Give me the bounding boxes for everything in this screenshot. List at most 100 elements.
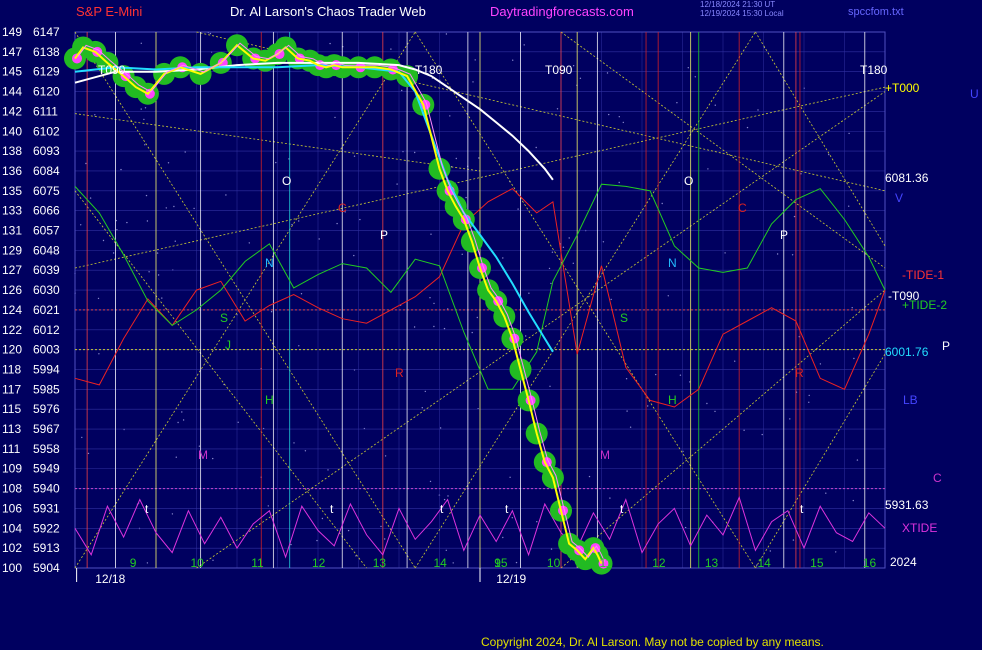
- star-dot: [327, 469, 329, 471]
- star-dot: [336, 222, 338, 225]
- y-tick-label-right: 6057: [33, 224, 60, 238]
- star-dot: [629, 426, 632, 428]
- star-dot: [556, 108, 559, 110]
- star-dot: [140, 108, 142, 110]
- chart-marker: P: [380, 228, 388, 242]
- star-dot: [667, 295, 669, 297]
- chart-marker: C: [338, 201, 347, 215]
- star-dot: [853, 357, 855, 360]
- star-dot: [562, 246, 565, 248]
- y-tick-label-left: 124: [2, 303, 22, 317]
- right-annotation: C: [933, 471, 942, 485]
- y-tick-label-left: 118: [2, 362, 21, 376]
- y-tick-label-left: 120: [2, 343, 22, 357]
- star-dot: [144, 144, 146, 146]
- star-dot: [384, 455, 387, 457]
- chart-marker: M: [198, 448, 208, 462]
- star-dot: [476, 316, 478, 319]
- x-hour-label: 11: [600, 556, 613, 570]
- site-link[interactable]: Daytradingforecasts.com: [490, 4, 634, 19]
- star-dot: [800, 173, 802, 175]
- star-dot: [536, 521, 538, 523]
- star-dot: [175, 456, 177, 458]
- x-hour-label: 13: [705, 556, 719, 570]
- star-dot: [447, 495, 449, 497]
- y-tick-label-left: 140: [2, 124, 22, 138]
- chart-marker: J: [225, 338, 231, 352]
- star-dot: [413, 326, 416, 328]
- y-tick-label-left: 104: [2, 521, 22, 535]
- y-tick-label-right: 6075: [33, 184, 60, 198]
- chart-marker: t: [145, 502, 149, 516]
- y-tick-label-left: 111: [2, 442, 21, 456]
- price-line: [74, 43, 603, 565]
- star-dot: [551, 251, 554, 253]
- chart-marker: R: [795, 366, 804, 380]
- star-dot: [439, 427, 442, 429]
- y-tick-label-right: 6129: [33, 65, 60, 79]
- star-dot: [579, 77, 582, 80]
- chart-marker: T090: [98, 63, 126, 77]
- chart-marker: T090: [545, 63, 573, 77]
- star-dot: [474, 59, 476, 61]
- star-dot: [856, 459, 859, 461]
- x-hour-label: 15: [810, 556, 824, 570]
- star-dot: [761, 433, 763, 436]
- star-dot: [144, 107, 147, 109]
- star-dot: [852, 499, 854, 502]
- star-dot: [808, 394, 810, 397]
- y-tick-label-right: 5940: [33, 482, 60, 496]
- star-dot: [550, 282, 552, 285]
- right-annotation: U: [970, 87, 979, 101]
- star-dot: [528, 292, 530, 294]
- y-tick-label-right: 6138: [33, 45, 60, 59]
- star-dot: [455, 157, 457, 160]
- star-dot: [694, 76, 696, 78]
- star-dot: [502, 536, 504, 539]
- x-hour-label: 12: [652, 556, 666, 570]
- right-annotation: V: [895, 191, 903, 205]
- star-dot: [181, 411, 183, 413]
- star-dot: [515, 561, 518, 564]
- data-filename: spccfom.txt: [848, 6, 904, 18]
- chart-marker: t: [800, 502, 804, 516]
- star-dot: [661, 202, 663, 205]
- star-dot: [461, 253, 463, 255]
- star-dot: [430, 233, 432, 235]
- dotted-diagonal: [755, 353, 886, 569]
- star-dot: [396, 183, 398, 185]
- star-dot: [359, 218, 361, 221]
- y-tick-label-right: 6084: [33, 164, 60, 178]
- star-dot: [743, 429, 745, 431]
- star-dot: [465, 196, 467, 199]
- chart-marker: C: [738, 201, 747, 215]
- chart-marker: O: [684, 174, 693, 188]
- star-dot: [318, 238, 320, 240]
- star-dot: [424, 390, 426, 393]
- star-dot: [212, 457, 214, 460]
- star-dot: [517, 208, 519, 210]
- star-dot: [165, 207, 167, 209]
- y-tick-label-right: 6003: [33, 343, 60, 357]
- timestamp-line-2: 12/19/2024 15:30 Local: [700, 9, 784, 18]
- star-dot: [848, 205, 850, 207]
- x-hour-label: 16: [863, 556, 877, 570]
- star-dot: [353, 254, 355, 257]
- star-dot: [433, 325, 435, 328]
- star-dot: [112, 252, 115, 254]
- star-dot: [304, 450, 307, 452]
- star-dot: [606, 72, 609, 74]
- star-dot: [148, 271, 150, 273]
- y-tick-label-left: 109: [2, 462, 22, 476]
- star-dot: [622, 121, 624, 124]
- y-tick-label-right: 5967: [33, 422, 60, 436]
- x-hour-label: 10: [547, 556, 561, 570]
- chart-svg: 149 6147147 6138145 6129144 6120142 6111140 61…: [2, 25, 979, 586]
- right-annotation: -TIDE-1: [902, 268, 944, 282]
- star-dot: [291, 223, 293, 226]
- star-dot: [608, 113, 610, 116]
- x-hour-label: 12: [312, 556, 326, 570]
- star-dot: [85, 162, 87, 165]
- star-dot: [198, 445, 201, 447]
- star-dot: [452, 562, 454, 564]
